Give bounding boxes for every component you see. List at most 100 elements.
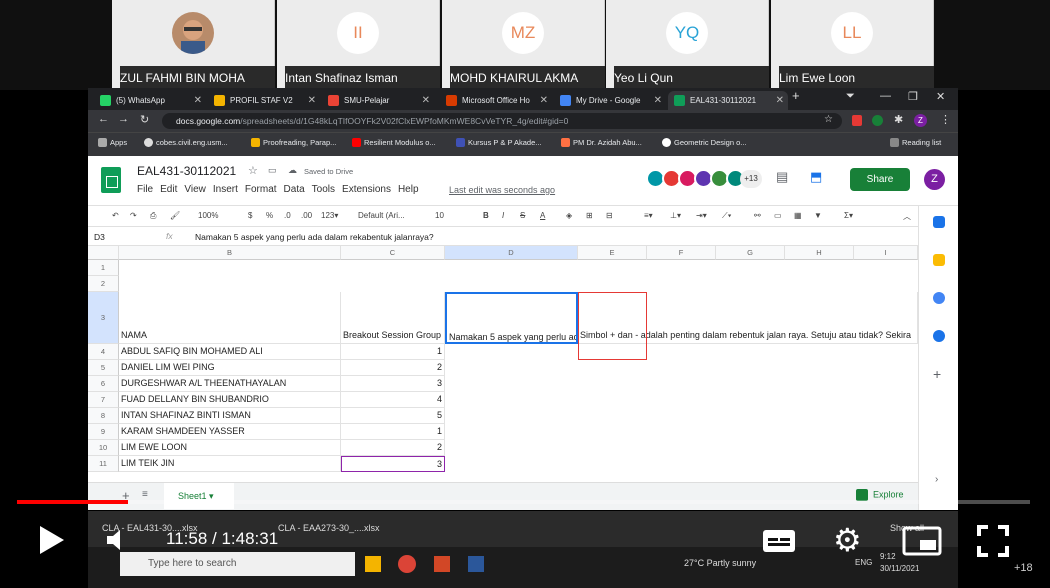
bookmark-item[interactable]: Resilient Modulus o... (352, 138, 436, 147)
document-title[interactable]: EAL431-30112021 (137, 164, 236, 178)
text-color-icon[interactable]: A (540, 211, 545, 220)
menu-tools[interactable]: Tools (312, 184, 335, 195)
column-header[interactable]: H (785, 246, 854, 260)
name-cell[interactable]: DURGESHWAR A/L THEENATHAYALAN (119, 376, 341, 392)
sheet-tab[interactable]: Sheet1 ▾ (164, 483, 234, 509)
column-header[interactable]: B (119, 246, 341, 260)
font-size-select[interactable]: 10 (435, 211, 444, 220)
reading-list[interactable]: Reading list (890, 138, 941, 147)
header-cell[interactable]: Breakout Session Group (341, 292, 445, 344)
print-icon[interactable]: ⎙ (150, 211, 156, 221)
row-header[interactable]: 7 (88, 392, 119, 408)
taskbar-search[interactable]: Type here to search (120, 552, 355, 576)
grammarly-icon[interactable] (872, 115, 883, 126)
row-header[interactable]: 9 (88, 424, 119, 440)
row-header[interactable]: 3 (88, 292, 119, 344)
row-header[interactable]: 6 (88, 376, 119, 392)
selected-cell[interactable]: Namakan 5 aspek yang perlu ada (445, 292, 578, 344)
reload-icon[interactable]: ↻ (140, 113, 149, 126)
merge-icon[interactable]: ⊟ (606, 211, 613, 220)
download-item[interactable]: CLA - EAA273-30_....xlsx (278, 523, 380, 533)
filter-icon[interactable]: ▼ (814, 211, 822, 220)
extensions-icon[interactable]: ✱ (894, 113, 903, 126)
name-cell[interactable]: DANIEL LIM WEI PING (119, 360, 341, 376)
decrease-decimal-icon[interactable]: .0 (284, 211, 291, 220)
menu-file[interactable]: File (137, 184, 153, 195)
name-cell[interactable]: INTAN SHAFINAZ BINTI ISMAN (119, 408, 341, 424)
group-cell[interactable]: 3 (341, 456, 445, 472)
name-box[interactable]: D3 (94, 232, 105, 242)
word-icon[interactable] (468, 556, 484, 572)
menu-icon[interactable]: ⋮ (940, 113, 951, 126)
star-icon[interactable]: ☆ (248, 164, 258, 177)
bookmark-item[interactable]: Proofreading, Parap... (251, 138, 336, 147)
comment-icon[interactable]: ▭ (774, 211, 782, 220)
group-cell[interactable]: 3 (341, 376, 445, 392)
contacts-icon[interactable] (933, 330, 945, 342)
close-icon[interactable]: ✕ (422, 91, 430, 110)
share-button[interactable]: Share (850, 168, 910, 191)
fullscreen-icon[interactable] (976, 524, 1010, 563)
menu-format[interactable]: Format (245, 184, 277, 195)
name-cell[interactable]: ABDUL SAFIQ BIN MOHAMED ALI (119, 344, 341, 360)
calendar-icon[interactable] (933, 216, 945, 228)
row-header[interactable]: 5 (88, 360, 119, 376)
expand-icon[interactable]: › (935, 474, 938, 485)
move-icon[interactable]: ▭ (268, 165, 277, 176)
fill-color-icon[interactable]: ◈ (566, 211, 572, 220)
name-cell[interactable]: LIM TEIK JIN (119, 456, 341, 472)
formula-input[interactable]: Namakan 5 aspek yang perlu ada dalam rek… (195, 232, 434, 242)
bookmark-item[interactable]: cobes.civil.eng.usm... (144, 138, 228, 147)
weather-status[interactable]: 27°C Partly sunny (684, 558, 756, 568)
powerpoint-icon[interactable] (434, 556, 450, 572)
paint-format-icon[interactable]: 🖌 (170, 211, 180, 220)
bookmark-star-icon[interactable]: ☆ (824, 114, 833, 125)
row-header[interactable]: 10 (88, 440, 119, 456)
name-cell[interactable]: LIM EWE LOON (119, 440, 341, 456)
new-tab-button[interactable]: + (792, 88, 800, 103)
column-header[interactable]: C (341, 246, 445, 260)
miniplayer-icon[interactable] (902, 526, 942, 561)
valign-icon[interactable]: ⊥▾ (670, 211, 681, 220)
name-cell[interactable]: KARAM SHAMDEEN YASSER (119, 424, 341, 440)
comments-icon[interactable]: ▤ (776, 169, 788, 185)
play-icon[interactable] (38, 524, 66, 561)
browser-tab[interactable]: SMU-Pelajar ✕ (322, 91, 434, 110)
menu-insert[interactable]: Insert (213, 184, 238, 195)
add-addon-icon[interactable]: + (933, 366, 941, 382)
zoom-select[interactable]: 100% (198, 211, 218, 220)
column-header[interactable]: I (854, 246, 918, 260)
font-select[interactable]: Default (Ari... (358, 211, 405, 220)
menu-view[interactable]: View (184, 184, 206, 195)
borders-icon[interactable]: ⊞ (586, 211, 593, 220)
tasks-icon[interactable] (933, 292, 945, 304)
name-cell[interactable]: FUAD DELLANY BIN SHUBANDRIO (119, 392, 341, 408)
rotate-icon[interactable]: ⟋▾ (722, 211, 732, 221)
group-cell[interactable]: 5 (341, 408, 445, 424)
volume-icon[interactable] (104, 526, 132, 559)
row-header[interactable]: 8 (88, 408, 119, 424)
captions-icon[interactable] (762, 528, 796, 559)
browser-tab-active[interactable]: EAL431-30112021 ✕ (668, 91, 788, 110)
present-icon[interactable]: ⬒ (810, 169, 822, 185)
align-icon[interactable]: ≡▾ (644, 211, 653, 220)
menu-data[interactable]: Data (284, 184, 305, 195)
bookmark-item[interactable]: PM Dr. Azidah Abu... (561, 138, 642, 147)
pdf-extension-icon[interactable] (852, 115, 862, 126)
file-explorer-icon[interactable] (365, 556, 381, 572)
close-icon[interactable]: ✕ (654, 91, 662, 110)
corner-cell[interactable] (88, 246, 119, 260)
minimize-icon[interactable]: — (880, 90, 891, 102)
column-header[interactable]: E (578, 246, 647, 260)
link-icon[interactable]: ⚯ (754, 211, 761, 220)
profile-avatar[interactable]: Z (914, 114, 927, 127)
functions-icon[interactable]: Σ▾ (844, 211, 853, 220)
group-cell[interactable]: 1 (341, 424, 445, 440)
collaborator-count[interactable]: +13 (740, 170, 762, 188)
browser-tab[interactable]: (5) WhatsApp ✕ (94, 91, 206, 110)
close-icon[interactable]: ✕ (308, 91, 316, 110)
browser-tab[interactable]: My Drive - Google ✕ (554, 91, 666, 110)
menu-help[interactable]: Help (398, 184, 419, 195)
more-formats-icon[interactable]: 123▾ (321, 211, 338, 220)
row-header[interactable]: 1 (88, 260, 119, 276)
